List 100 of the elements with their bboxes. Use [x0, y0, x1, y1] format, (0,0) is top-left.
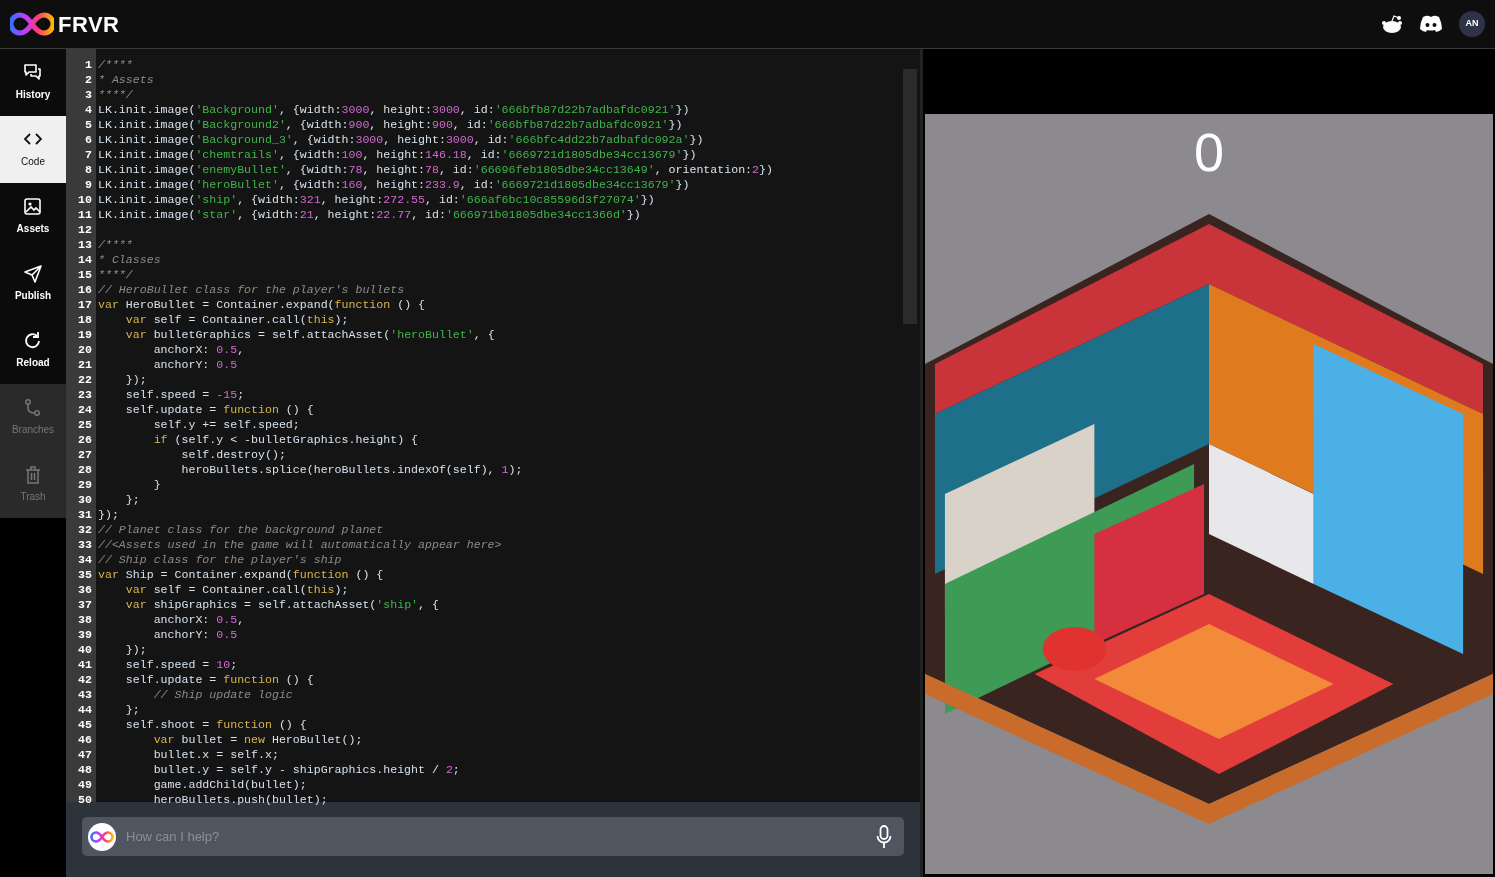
line-number: 41	[77, 657, 92, 672]
line-number: 50	[77, 792, 92, 807]
line-number: 29	[77, 477, 92, 492]
code-line: ****/	[98, 87, 133, 102]
code-line: var self = Container.call(this);	[124, 312, 349, 327]
code-line: heroBullets.splice(heroBullets.indexOf(self), 1);	[180, 462, 523, 477]
line-number: 33	[77, 537, 92, 552]
code-line: var bullet = new HeroBullet();	[152, 732, 363, 747]
code-line: LK.init.image('chemtrails', {width:100, height:146.18, id:'6669721d1805dbe34cc13679'})	[98, 147, 697, 162]
code-line: bullet.y = self.y - shipGraphics.height / 2;	[152, 762, 460, 777]
code-line: var shipGraphics = self.attachAsset('ship', {	[124, 597, 439, 612]
sidebar-tab[interactable]: Code	[0, 116, 66, 183]
code-line: var HeroBullet = Container.expand(function () {	[98, 297, 426, 312]
code-line: // Planet class for the background planet	[98, 522, 384, 537]
line-number: 18	[77, 312, 92, 327]
code-line: //<Assets used in the game will automatically appear here>	[98, 537, 502, 552]
microphone-icon[interactable]	[876, 824, 892, 849]
code-line: self.update = function () {	[124, 672, 314, 687]
code-line: self.speed = 10;	[124, 657, 238, 672]
trash-icon	[23, 465, 43, 485]
line-number: 27	[77, 447, 92, 462]
code-line: LK.init.image('heroBullet', {width:160, height:233.9, id:'6669721d1805dbe34cc13679'})	[98, 177, 690, 192]
branch-icon	[23, 398, 43, 418]
code-line: LK.init.image('star', {width:21, height:22.77, id:'666971b01805dbe34cc1366d'})	[98, 207, 641, 222]
code-line: anchorX: 0.5,	[152, 342, 245, 357]
line-number: 39	[77, 627, 92, 642]
line-number: 4	[84, 102, 92, 117]
line-number: 1	[84, 57, 92, 72]
line-number: 24	[77, 402, 92, 417]
line-number: 45	[77, 717, 92, 732]
line-number: 9	[84, 177, 92, 192]
code-line: LK.init.image('ship', {width:321, height:272.55, id:'666af6bc10c85596d3f27074'})	[98, 192, 655, 207]
line-number: 34	[77, 552, 92, 567]
line-number: 3	[84, 87, 92, 102]
brand-name: FRVR	[58, 10, 120, 39]
line-number: 22	[77, 372, 92, 387]
code-line: anchorY: 0.5	[152, 627, 238, 642]
line-number: 12	[77, 222, 92, 237]
code-line: LK.init.image('Background2', {width:900, height:900, id:'666bfb87d22b7adbafdc0921'})	[98, 117, 683, 132]
send-icon	[23, 264, 43, 284]
code-line: ****/	[98, 267, 133, 282]
code-line: var self = Container.call(this);	[124, 582, 349, 597]
line-number: 7	[84, 147, 92, 162]
discord-icon[interactable]	[1419, 15, 1443, 33]
code-line: var Ship = Container.expand(function () {	[98, 567, 384, 582]
line-number: 6	[84, 132, 92, 147]
line-number: 26	[77, 432, 92, 447]
line-number: 10	[77, 192, 92, 207]
code-line: // Ship update logic	[152, 687, 293, 702]
sidebar-tab[interactable]: Reload	[0, 317, 66, 384]
line-number: 17	[77, 297, 92, 312]
line-number: 28	[77, 462, 92, 477]
line-number: 11	[77, 207, 92, 222]
code-line: var bulletGraphics = self.attachAsset('heroBullet', {	[124, 327, 495, 342]
line-number: 36	[77, 582, 92, 597]
line-number: 25	[77, 417, 92, 432]
line-number: 47	[77, 747, 92, 762]
code-line: LK.init.image('enemyBullet', {width:78, height:78, id:'66696feb1805dbe34cc13649', orientation:2})	[98, 162, 773, 177]
code-line: LK.init.image('Background', {width:3000, height:3000, id:'666bfb87d22b7adbafdc0921'})	[98, 102, 690, 117]
logo-icon	[10, 11, 54, 37]
line-number: 5	[84, 117, 92, 132]
score-counter: 0	[1192, 121, 1225, 184]
code-line: }	[152, 477, 161, 492]
code-line: });	[124, 642, 147, 657]
code-line: });	[124, 372, 147, 387]
line-number: 40	[77, 642, 92, 657]
line-number: 16	[77, 282, 92, 297]
code-line: };	[124, 492, 140, 507]
code-line: self.y += self.speed;	[152, 417, 300, 432]
sidebar-tab[interactable]: History	[0, 49, 66, 116]
line-number: 2	[84, 72, 92, 87]
code-line: };	[124, 702, 140, 717]
line-number: 48	[77, 762, 92, 777]
line-number: 38	[77, 612, 92, 627]
line-number: 46	[77, 732, 92, 747]
user-avatar[interactable]: AN	[1459, 11, 1485, 37]
line-number: 30	[77, 492, 92, 507]
code-line: self.shoot = function () {	[124, 717, 307, 732]
code-line: self.update = function () {	[124, 402, 314, 417]
line-number: 21	[77, 357, 92, 372]
code-line: * Assets	[98, 72, 154, 87]
line-number: 49	[77, 777, 92, 792]
sidebar-tab[interactable]: Publish	[0, 250, 66, 317]
sidebar-tab[interactable]: Assets	[0, 183, 66, 250]
code-line: // Ship class for the player's ship	[98, 552, 342, 567]
image-icon	[23, 197, 43, 217]
assistant-logo-icon	[88, 822, 116, 851]
code-line: self.destroy();	[180, 447, 286, 462]
code-line: anchorY: 0.5	[152, 357, 238, 372]
line-number: 42	[77, 672, 92, 687]
code-line: anchorX: 0.5,	[152, 612, 245, 627]
reddit-icon[interactable]	[1381, 15, 1403, 33]
code-line: });	[98, 507, 119, 522]
code-line: /****	[98, 57, 133, 72]
code-line: self.speed = -15;	[124, 387, 245, 402]
reload-icon	[23, 331, 43, 351]
line-number: 32	[77, 522, 92, 537]
line-number: 14	[77, 252, 92, 267]
line-number: 43	[77, 687, 92, 702]
line-number: 31	[77, 507, 92, 522]
